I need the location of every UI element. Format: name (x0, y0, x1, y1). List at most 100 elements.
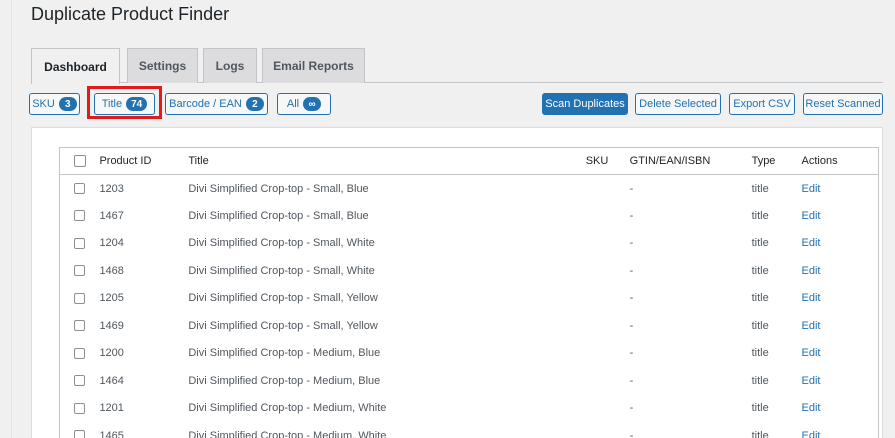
cell-type: title (751, 209, 769, 222)
cell-sku (586, 257, 630, 285)
cell-gtin: - (629, 264, 634, 277)
cell-type: title (751, 292, 769, 305)
row-checkbox[interactable] (74, 210, 86, 222)
reset-scanned-button[interactable]: Reset Scanned (803, 93, 883, 115)
row-checkbox[interactable] (74, 402, 86, 414)
filter-sku-button[interactable]: SKU 3 (29, 93, 80, 115)
table-row: 1204 Divi Simplified Crop-top - Small, W… (60, 230, 879, 258)
cell-sku (586, 312, 630, 340)
count-badge: ∞ (303, 97, 322, 111)
delete-selected-button[interactable]: Delete Selected (635, 93, 721, 115)
table-row: 1465 Divi Simplified Crop-top - Medium, … (60, 422, 879, 438)
main-content: Duplicate Product Finder Dashboard Setti… (12, 0, 895, 438)
scan-duplicates-button[interactable]: Scan Duplicates (542, 93, 628, 115)
tab-logs[interactable]: Logs (203, 48, 257, 83)
row-checkbox[interactable] (74, 292, 86, 304)
select-all-checkbox[interactable] (73, 155, 86, 168)
cell-title: Divi Simplified Crop-top - Small, Yellow (188, 319, 378, 332)
row-checkbox[interactable] (74, 347, 86, 359)
header-title: Title (188, 147, 586, 175)
edit-link[interactable]: Edit (802, 183, 821, 195)
edit-link[interactable]: Edit (802, 320, 821, 332)
table-header-row: Product ID Title SKU GTIN/EAN/ISBN Type … (59, 147, 879, 175)
cell-gtin: - (629, 182, 634, 195)
count-badge: 74 (126, 97, 148, 111)
cell-product-id: 1204 (99, 237, 124, 250)
cell-type: title (751, 374, 769, 387)
header-actions: Actions (801, 147, 879, 175)
cell-type: title (751, 347, 769, 360)
row-checkbox[interactable] (74, 265, 86, 277)
edit-link[interactable]: Edit (802, 402, 821, 414)
cell-type: title (751, 182, 769, 195)
filter-barcode-button[interactable]: Barcode / EAN 2 (165, 93, 268, 115)
results-panel: Product ID Title SKU GTIN/EAN/ISBN Type … (31, 127, 883, 438)
cell-product-id: 1467 (99, 209, 124, 222)
row-checkbox[interactable] (74, 375, 86, 387)
edit-link[interactable]: Edit (802, 347, 821, 359)
cell-gtin: - (629, 402, 634, 415)
cell-product-id: 1200 (99, 347, 124, 360)
tab-bar: Dashboard Settings Logs Email Reports (31, 48, 883, 84)
table-row: 1203 Divi Simplified Crop-top - Small, B… (60, 175, 879, 203)
tab-email-reports[interactable]: Email Reports (262, 48, 365, 83)
cell-title: Divi Simplified Crop-top - Medium, Blue (188, 347, 381, 360)
cell-sku (586, 340, 630, 368)
edit-link[interactable]: Edit (802, 375, 821, 387)
table-row: 1467 Divi Simplified Crop-top - Small, B… (60, 202, 879, 230)
cell-type: title (751, 319, 769, 332)
filter-label: Title (101, 98, 123, 110)
edit-link[interactable]: Edit (802, 430, 821, 438)
cell-title: Divi Simplified Crop-top - Medium, Blue (188, 374, 381, 387)
cell-gtin: - (629, 237, 634, 250)
cell-product-id: 1469 (99, 319, 124, 332)
cell-sku (586, 395, 630, 423)
tab-settings[interactable]: Settings (127, 48, 198, 83)
cell-title: Divi Simplified Crop-top - Medium, White (188, 402, 387, 415)
count-badge: 2 (245, 97, 264, 111)
header-sku: SKU (585, 147, 630, 175)
filter-all-button[interactable]: All ∞ (277, 93, 331, 115)
row-checkbox[interactable] (74, 430, 86, 438)
table-row: 1205 Divi Simplified Crop-top - Small, Y… (60, 285, 879, 313)
cell-type: title (751, 237, 769, 250)
cell-product-id: 1465 (99, 429, 124, 438)
cell-sku (586, 422, 630, 438)
cell-type: title (751, 429, 769, 438)
admin-sidebar-edge (0, 0, 12, 438)
row-checkbox[interactable] (74, 183, 86, 195)
edit-link[interactable]: Edit (802, 210, 821, 222)
export-csv-button[interactable]: Export CSV (729, 93, 795, 115)
row-checkbox[interactable] (74, 237, 86, 249)
filter-label: Barcode / EAN (169, 98, 242, 110)
table-row: 1200 Divi Simplified Crop-top - Medium, … (60, 340, 879, 368)
cell-type: title (751, 402, 769, 415)
header-product-id: Product ID (99, 147, 189, 175)
cell-sku (586, 285, 630, 313)
cell-gtin: - (629, 374, 634, 387)
cell-gtin: - (629, 292, 634, 305)
edit-link[interactable]: Edit (802, 237, 821, 249)
table-row: 1464 Divi Simplified Crop-top - Medium, … (60, 367, 879, 395)
cell-type: title (751, 264, 769, 277)
cell-title: Divi Simplified Crop-top - Small, White (188, 264, 375, 277)
filter-label: SKU (32, 98, 55, 110)
cell-product-id: 1205 (99, 292, 124, 305)
cell-sku (586, 202, 630, 230)
header-gtin: GTIN/EAN/ISBN (629, 147, 752, 175)
count-badge: 3 (58, 97, 77, 111)
edit-link[interactable]: Edit (802, 265, 821, 277)
tab-dashboard[interactable]: Dashboard (31, 48, 120, 84)
cell-gtin: - (629, 429, 634, 438)
cell-gtin: - (629, 347, 634, 360)
row-checkbox[interactable] (74, 320, 86, 332)
page-title: Duplicate Product Finder (31, 4, 230, 24)
cell-sku (586, 367, 630, 395)
cell-gtin: - (629, 319, 634, 332)
filter-title-button[interactable]: Title 74 (94, 93, 155, 115)
cell-title: Divi Simplified Crop-top - Small, White (188, 237, 375, 250)
cell-title: Divi Simplified Crop-top - Small, Blue (188, 209, 369, 222)
edit-link[interactable]: Edit (802, 292, 821, 304)
cell-title: Divi Simplified Crop-top - Small, Blue (188, 182, 369, 195)
table-row: 1469 Divi Simplified Crop-top - Small, Y… (60, 312, 879, 340)
